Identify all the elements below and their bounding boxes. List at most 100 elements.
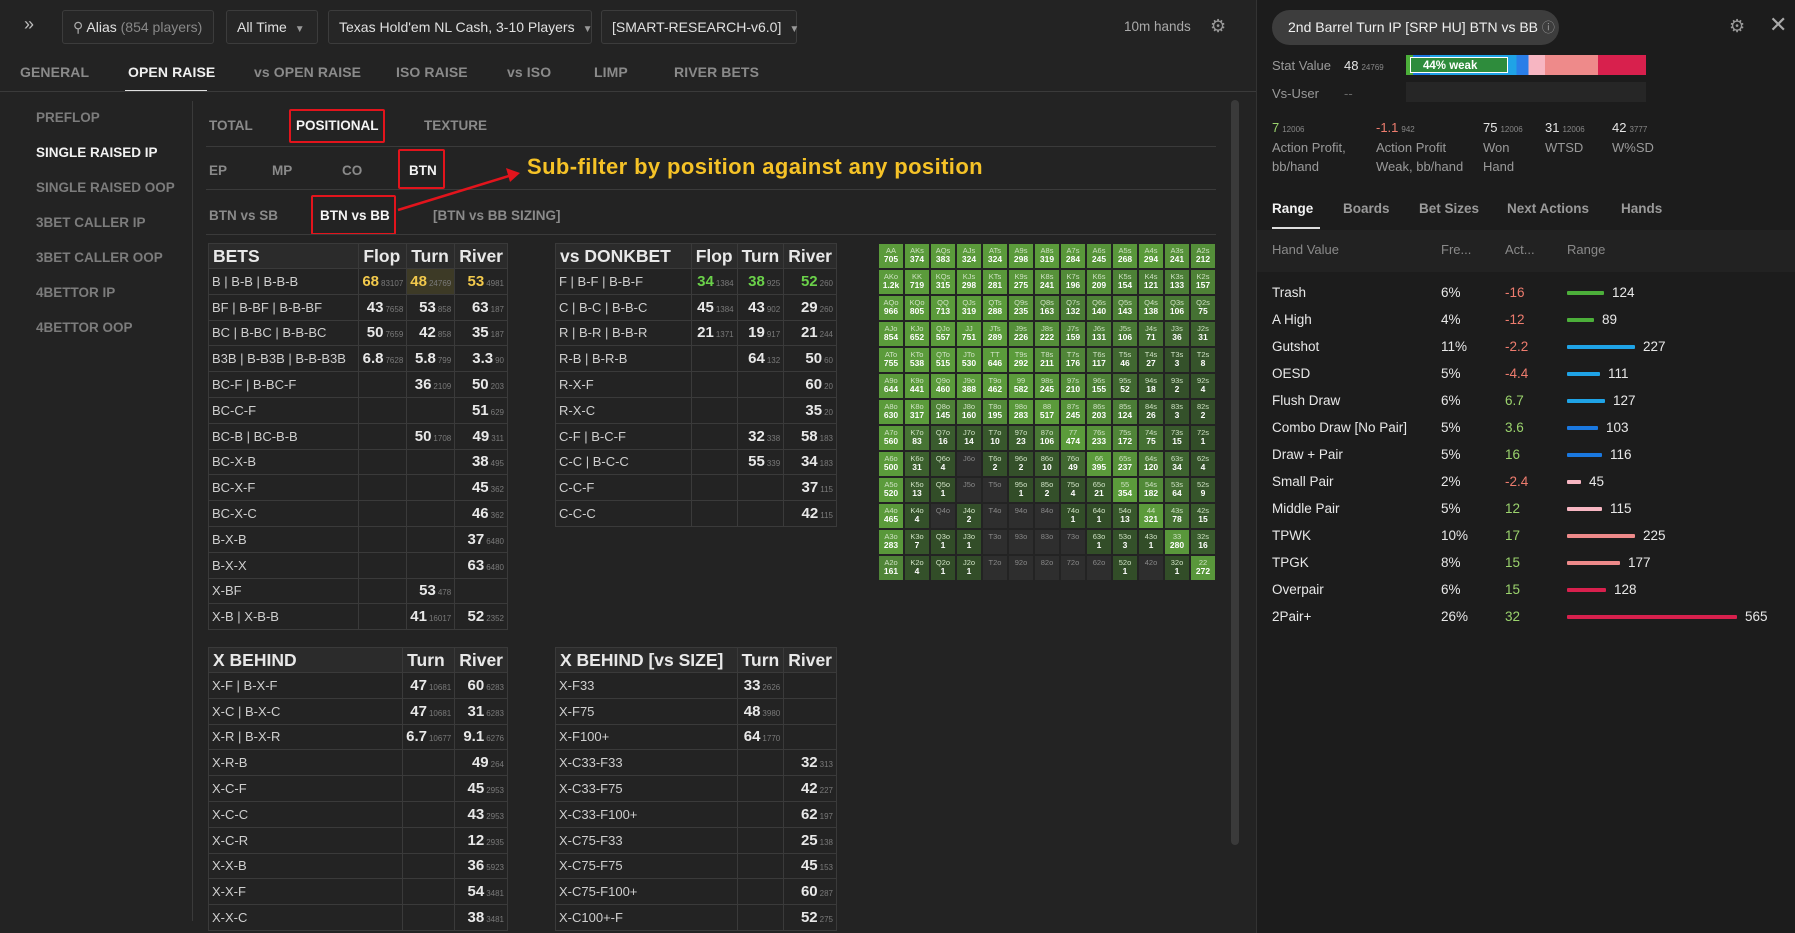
hand-cell[interactable]: JJ 751 [956, 321, 982, 347]
table-row[interactable]: BC | B-BC | B-B-BC 50 7659 42 858 35 187 [207, 319, 508, 347]
stat-cell[interactable]: 53 4981 [454, 268, 508, 295]
hand-cell[interactable]: K4o 4 [904, 503, 930, 529]
stat-cell[interactable] [358, 577, 408, 605]
hand-cell[interactable]: A3s 241 [1164, 243, 1190, 269]
table-row[interactable]: BF | B-BF | B-B-BF 43 7658 53 858 63 187 [207, 293, 508, 321]
hand-cell[interactable]: 98s 245 [1034, 373, 1060, 399]
hand-cell[interactable]: 43s 78 [1164, 503, 1190, 529]
hand-cell[interactable]: T7s 176 [1060, 347, 1086, 373]
hand-cell[interactable]: T5s 46 [1112, 347, 1138, 373]
column-header[interactable]: River [783, 243, 837, 269]
hand-cell[interactable]: K6o 31 [904, 451, 930, 477]
stat-cell[interactable] [690, 371, 738, 398]
hand-cell[interactable]: 64s 120 [1138, 451, 1164, 477]
stat-cell[interactable] [690, 474, 738, 502]
hand-cell[interactable]: K9s 275 [1008, 269, 1034, 295]
table-row[interactable]: R-X-C 35 20 [555, 396, 837, 424]
hand-cell[interactable]: K9o 441 [904, 373, 930, 399]
hand-cell[interactable]: A7s 284 [1060, 243, 1086, 269]
stat-cell[interactable]: 60 6283 [454, 672, 508, 699]
stat-cell[interactable] [406, 500, 456, 527]
close-icon[interactable]: ✕ [1769, 12, 1787, 38]
sidebar-item-3bet-caller-oop[interactable]: 3BET CALLER OOP [36, 250, 163, 265]
hand-cell[interactable]: ATs 324 [982, 243, 1008, 269]
table-row[interactable]: X-B | X-B-B 41 16017 52 2352 [207, 603, 508, 631]
position-co[interactable]: CO [342, 163, 362, 178]
hand-cell[interactable]: Q5o 1 [930, 477, 956, 503]
hand-cell[interactable]: 92s 4 [1190, 373, 1216, 399]
stat-cell[interactable]: 45 153 [783, 852, 837, 880]
stat-cell[interactable]: 6.8 7628 [358, 345, 408, 373]
stat-cell[interactable]: 53 858 [406, 293, 456, 321]
hand-cell[interactable]: K8s 241 [1034, 269, 1060, 295]
stat-cell[interactable]: 60 20 [783, 371, 837, 398]
hand-cell[interactable]: J9s 226 [1008, 321, 1034, 347]
range-row[interactable]: TPWK 10% 17 225 [1272, 523, 1772, 550]
hand-cell[interactable]: 84o [1034, 503, 1060, 529]
hand-cell[interactable]: K7o 83 [904, 425, 930, 451]
col-frequency[interactable]: Fre... [1441, 242, 1471, 257]
filter-tab-texture[interactable]: TEXTURE [424, 118, 487, 133]
stat-cell[interactable]: 35 187 [454, 319, 508, 347]
hand-cell[interactable]: A9o 644 [878, 373, 904, 399]
hand-cell[interactable]: Q6o 4 [930, 451, 956, 477]
stat-cell[interactable] [358, 396, 408, 424]
table-row[interactable]: X-X-C 38 3481 [207, 904, 508, 931]
stat-cell[interactable] [402, 904, 456, 931]
hand-cell[interactable]: 75s 172 [1112, 425, 1138, 451]
hand-cell[interactable]: 22 272 [1190, 555, 1216, 581]
hand-cell[interactable]: 52s 9 [1190, 477, 1216, 503]
hand-cell[interactable]: J5o [956, 477, 982, 503]
stat-cell[interactable] [783, 672, 837, 699]
table-row[interactable]: X-X-B 36 5923 [207, 852, 508, 880]
hand-cell[interactable]: K3o 7 [904, 529, 930, 555]
table-row[interactable]: X-C33-F33 32 313 [555, 749, 837, 777]
hand-cell[interactable]: 93s 2 [1164, 373, 1190, 399]
stat-cell[interactable]: 32 338 [736, 422, 785, 450]
stat-cell[interactable]: 48 3980 [736, 697, 785, 725]
stat-cell[interactable] [736, 396, 785, 424]
hand-cell[interactable]: Q2s 75 [1190, 295, 1216, 321]
hand-cell[interactable]: A3o 283 [878, 529, 904, 555]
stat-cell[interactable]: 45 2953 [454, 775, 508, 802]
hand-cell[interactable]: Q2o 1 [930, 555, 956, 581]
hand-cell[interactable]: K3s 133 [1164, 269, 1190, 295]
hand-cell[interactable]: T4o [982, 503, 1008, 529]
stat-cell[interactable]: 47 10681 [402, 697, 456, 725]
table-row[interactable]: X-C100+-F 52 275 [555, 904, 837, 931]
stat-cell[interactable]: 43 902 [736, 293, 785, 321]
hand-cell[interactable]: Q5s 143 [1112, 295, 1138, 321]
table-row[interactable]: R-B | B-R-B 64 132 50 60 [555, 345, 837, 373]
hand-cell[interactable]: J7o 14 [956, 425, 982, 451]
tab-open-raise[interactable]: OPEN RAISE [128, 64, 215, 80]
range-row[interactable]: Draw + Pair 5% 16 116 [1272, 442, 1772, 469]
hand-cell[interactable]: 94o [1008, 503, 1034, 529]
scrollbar[interactable] [1231, 100, 1239, 845]
range-row[interactable]: Gutshot 11% -2.2 227 [1272, 334, 1772, 361]
range-row[interactable]: OESD 5% -4.4 111 [1272, 361, 1772, 388]
gear-icon[interactable]: ⚙ [1210, 16, 1226, 37]
hand-cell[interactable]: 64o 1 [1086, 503, 1112, 529]
hand-cell[interactable]: Q9s 235 [1008, 295, 1034, 321]
stat-cell[interactable]: 25 138 [783, 826, 837, 854]
hand-cell[interactable]: A7o 560 [878, 425, 904, 451]
hand-cell[interactable]: 96o 2 [1008, 451, 1034, 477]
stat-cell[interactable]: 55 339 [736, 448, 785, 476]
table-row[interactable]: X-C75-F75 45 153 [555, 852, 837, 880]
stat-cell[interactable]: 19 917 [736, 319, 785, 347]
hand-cell[interactable]: 86s 203 [1086, 399, 1112, 425]
stat-cell[interactable]: 34 1384 [690, 268, 738, 295]
stat-cell[interactable] [402, 878, 456, 906]
table-row[interactable]: C-C-F 37 115 [555, 474, 837, 502]
hand-cell[interactable]: J2s 31 [1190, 321, 1216, 347]
table-row[interactable]: X-C | B-X-C 47 10681 31 6283 [207, 697, 508, 725]
table-row[interactable]: B-X-X 63 6480 [207, 551, 508, 579]
stat-cell[interactable]: 49 264 [454, 749, 508, 777]
table-row[interactable]: C-F | B-C-F 32 338 58 183 [555, 422, 837, 450]
column-header[interactable]: River [783, 647, 837, 673]
stat-cell[interactable]: 58 183 [783, 422, 837, 450]
hand-cell[interactable]: 87o 106 [1034, 425, 1060, 451]
hand-cell[interactable]: K4s 121 [1138, 269, 1164, 295]
stat-cell[interactable] [783, 723, 837, 751]
stat-cell[interactable]: 45 362 [454, 474, 508, 502]
